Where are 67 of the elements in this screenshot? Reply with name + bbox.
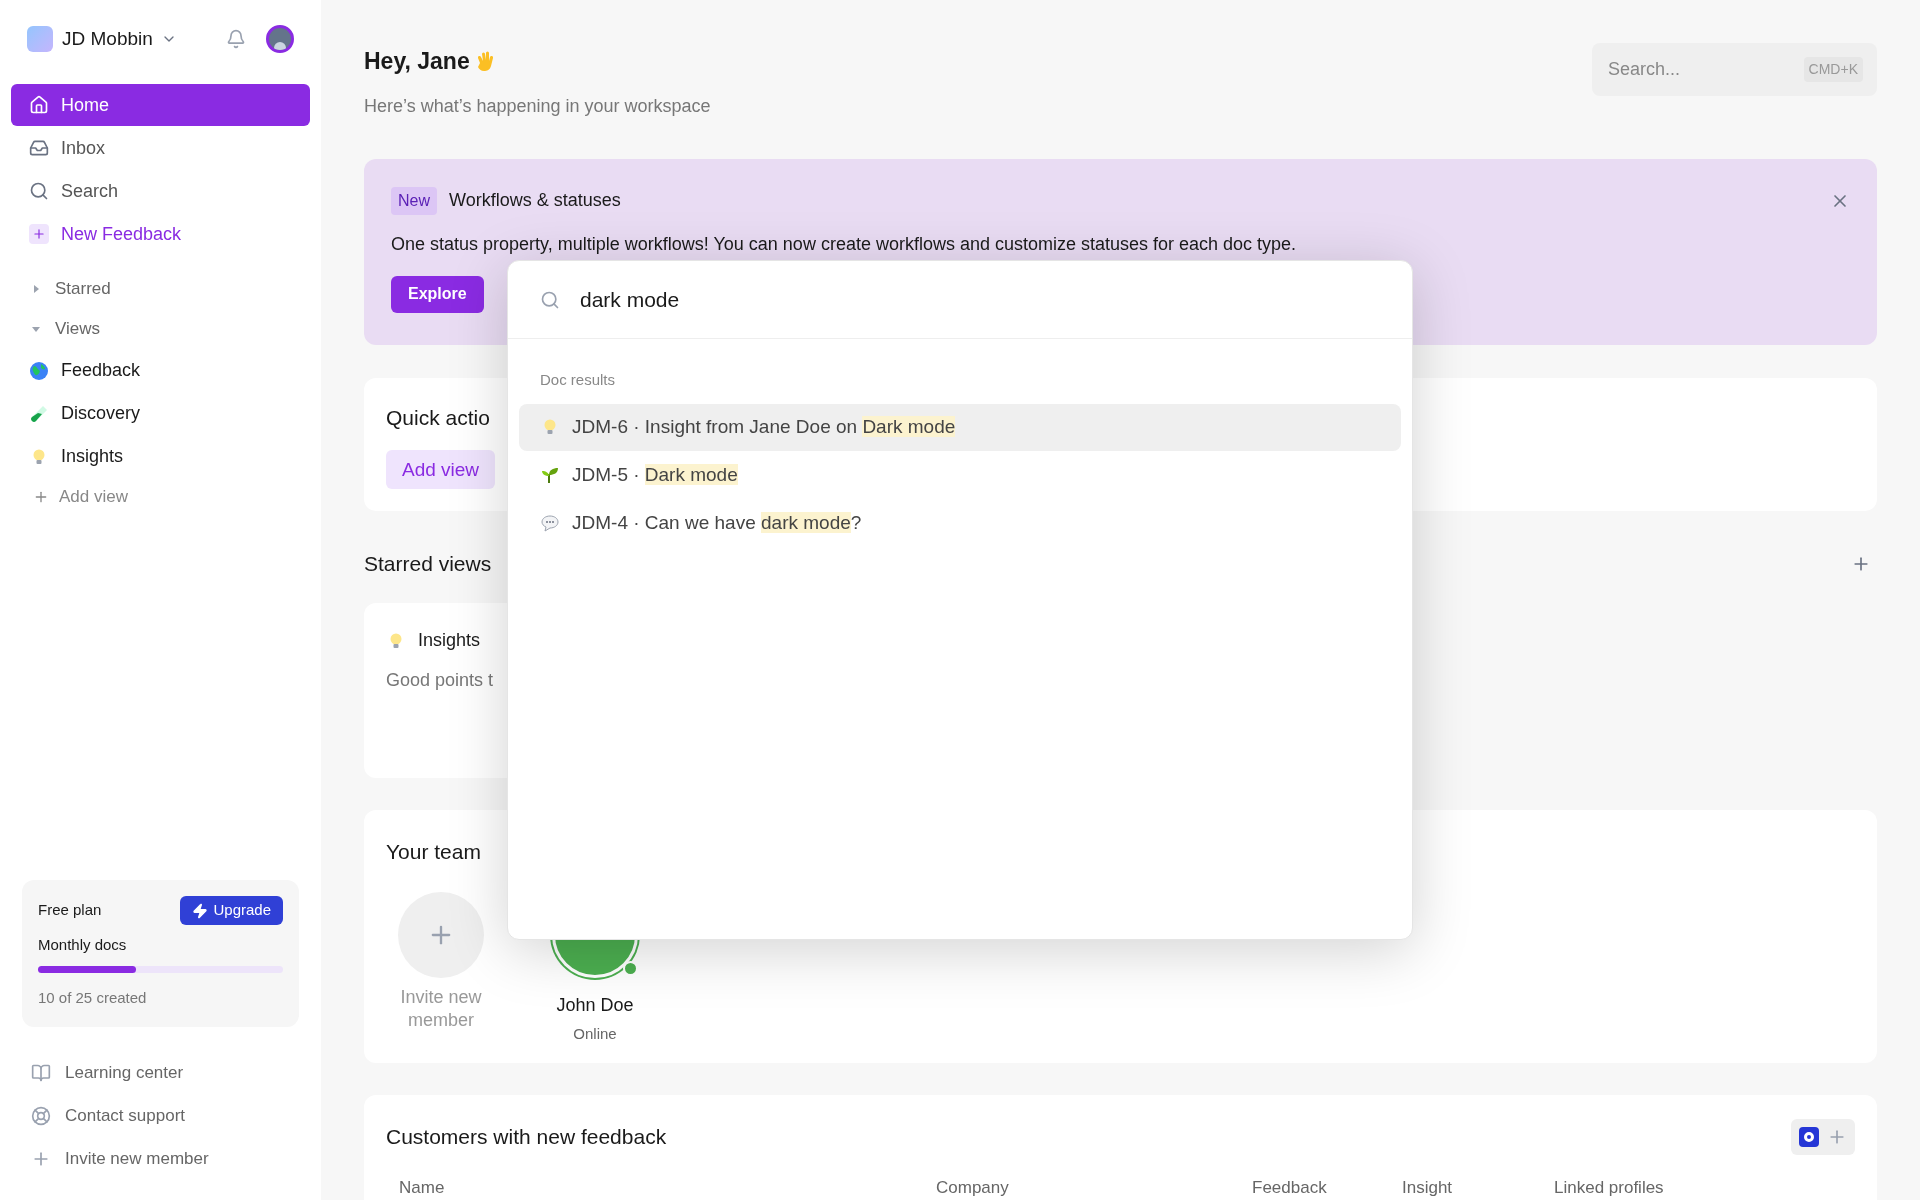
footer-link[interactable]: Invite new member (11, 1137, 310, 1180)
section-title: Starred views (364, 550, 492, 577)
test-tube-icon (29, 403, 49, 424)
speech-bubble-icon (540, 513, 560, 533)
view-item[interactable]: Discovery (11, 392, 310, 435)
results-heading: Doc results (539, 370, 617, 390)
view-item[interactable]: Feedback (11, 349, 310, 392)
banner-text: One status property, multiple workflows! You can now create workflows and customize statuses for each doc type. (391, 232, 1298, 256)
section-title: Your team (386, 839, 481, 866)
card-description: Good points t (386, 669, 495, 693)
globe-icon (29, 360, 49, 381)
section-title: Quick actio (386, 404, 490, 431)
member-status: Online (573, 1023, 617, 1044)
subtitle: Here’s what’s happening in your workspace (364, 94, 711, 118)
plus-icon (33, 489, 49, 505)
usage-label: Monthly docs (38, 935, 128, 955)
nav-item[interactable]: Inbox (11, 127, 310, 169)
invite-label: Invite new member (399, 985, 483, 1032)
notification-icon[interactable] (226, 29, 246, 49)
search-result[interactable]: JDM-6 · Insight from Jane Doe on Dark mode (519, 403, 1401, 451)
upgrade-button[interactable]: Upgrade (180, 896, 283, 925)
result-title: JDM-6 · Insight from Jane Doe on Dark mode (572, 414, 956, 439)
home-icon (29, 95, 49, 115)
column-header: Linked profiles (1554, 1176, 1665, 1199)
sprout-icon (540, 465, 560, 485)
card-title: Insights (418, 629, 481, 653)
result-title: JDM-4 · Can we have dark mode? (572, 510, 862, 535)
banner-title: Workflows & statuses (449, 189, 621, 212)
search-result[interactable]: JDM-5 · Dark mode (519, 451, 1401, 499)
column-header: Name (399, 1176, 446, 1199)
search-icon (540, 289, 560, 310)
workspace-name: JD Mobbin (62, 26, 153, 51)
column-header: Company (936, 1176, 1010, 1199)
shortcut-hint: CMD+K (1803, 57, 1863, 82)
lightning-icon (192, 902, 209, 919)
caret-icon (31, 284, 41, 294)
nav-item[interactable]: Search (11, 170, 310, 212)
workspace-logo (27, 26, 53, 52)
record-icon[interactable] (1799, 1126, 1819, 1147)
nav-item[interactable]: Home (11, 84, 310, 126)
view-item[interactable]: Insights (11, 435, 310, 478)
section-toggle[interactable]: Views (11, 309, 310, 349)
nav-item[interactable]: New Feedback (11, 213, 310, 255)
support-icon (31, 1105, 51, 1126)
column-header: Feedback (1252, 1176, 1328, 1199)
result-title: JDM-5 · Dark mode (572, 462, 738, 487)
explore-button[interactable]: Explore (391, 275, 484, 313)
new-badge: New (391, 186, 437, 215)
plan-title: Free plan (38, 900, 102, 921)
section-toggle[interactable]: Starred (11, 269, 310, 309)
add-view-button[interactable]: Add view (386, 450, 496, 490)
usage-reading: 10 of 25 created (38, 987, 148, 1008)
footer-link[interactable]: Learning center (11, 1051, 310, 1094)
search-icon (29, 181, 49, 201)
book-icon (31, 1062, 51, 1083)
search-result[interactable]: JDM-4 · Can we have dark mode? (519, 499, 1401, 547)
member-name: John Doe (556, 993, 634, 1017)
caret-icon (31, 324, 41, 334)
greeting: Hey, Jane (364, 47, 470, 76)
plus-icon (29, 224, 49, 244)
inbox-icon (29, 138, 49, 158)
search-input[interactable]: dark mode (580, 283, 1380, 316)
column-header: Insight (1402, 1176, 1454, 1199)
footer-link[interactable]: Contact support (11, 1094, 310, 1137)
add-view-button[interactable]: Add view (11, 478, 310, 516)
avatar[interactable] (266, 25, 294, 53)
section-title: Customers with new feedback (386, 1123, 667, 1150)
